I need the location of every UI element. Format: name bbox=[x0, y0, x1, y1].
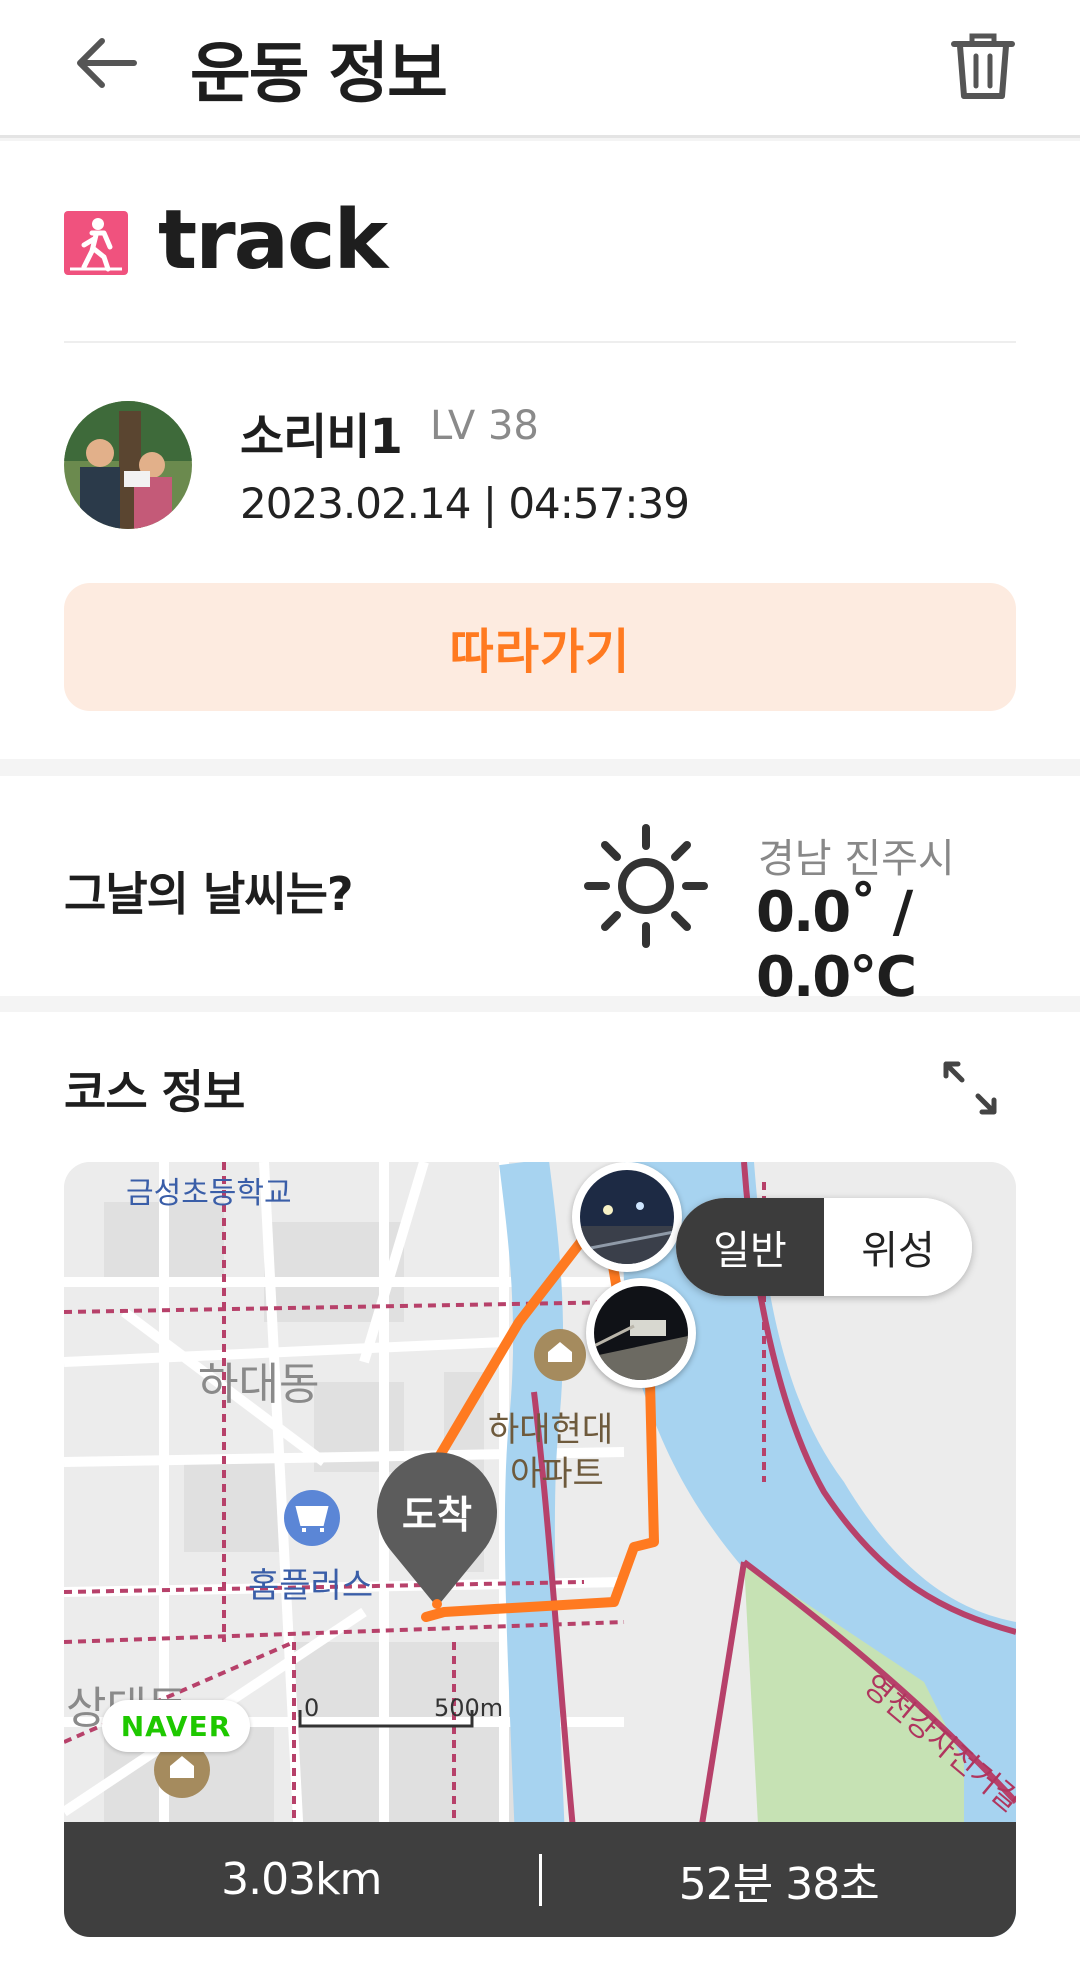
user-name: 소리비1 bbox=[240, 409, 403, 465]
course-map[interactable]: 금성초등학교 하대동 하대현대 아파트 홈플러스 상대동 영천강자전거길 bbox=[64, 1162, 1016, 1937]
map-mode-normal[interactable]: 일반 bbox=[676, 1198, 824, 1296]
avatar[interactable] bbox=[64, 401, 192, 529]
sun-icon bbox=[582, 822, 710, 950]
arrival-label: 도착 bbox=[402, 1493, 472, 1537]
map-label-school: 금성초등학교 bbox=[126, 1176, 292, 1211]
course-card: 코스 정보 금성초등학교 하대동 하대현대 아파트 홈플러스 영천강자전거길 도… bbox=[0, 1012, 1080, 1969]
weather-location: 경남 진주시 bbox=[758, 836, 955, 882]
scale-max: 500m bbox=[434, 1694, 504, 1722]
follow-button-label: 따라가기 bbox=[449, 624, 631, 680]
map-label-district: 하대동 bbox=[198, 1359, 320, 1410]
photo-marker[interactable] bbox=[572, 1162, 682, 1272]
divider bbox=[64, 341, 1016, 343]
duration-value: 52분 38초 bbox=[678, 1858, 880, 1910]
trash-icon bbox=[951, 33, 1015, 99]
walking-icon bbox=[64, 211, 128, 275]
map-label-mart: 홈플러스 bbox=[248, 1566, 374, 1606]
map-label-apartment-line2: 아파트 bbox=[510, 1454, 604, 1494]
map-mode-satellite[interactable]: 위성 bbox=[824, 1198, 972, 1296]
photo-thumbnail bbox=[580, 1170, 674, 1264]
distance-value: 3.03km bbox=[221, 1854, 382, 1905]
course-title: 코스 정보 bbox=[64, 1065, 245, 1119]
activity-title: track bbox=[158, 193, 388, 288]
expand-icon bbox=[943, 1061, 997, 1115]
photo-thumbnail bbox=[594, 1286, 688, 1380]
expand-button[interactable] bbox=[940, 1058, 1000, 1118]
photo-marker[interactable] bbox=[586, 1278, 696, 1388]
map-mode-toggle: 일반 위성 bbox=[676, 1198, 972, 1296]
user-level: LV 38 bbox=[430, 403, 539, 449]
weather-temperature: 0.0˚ / 0.0℃ bbox=[756, 880, 917, 1010]
scale-min: 0 bbox=[304, 1694, 320, 1722]
page: 운동 정보 track 소리비1 LV 38 2023.02.14 | 04:5… bbox=[0, 0, 1080, 1969]
delete-button[interactable] bbox=[950, 30, 1016, 102]
page-title: 운동 정보 bbox=[190, 35, 448, 112]
app-header: 운동 정보 bbox=[0, 0, 1080, 138]
back-button[interactable] bbox=[72, 28, 142, 98]
map-label-apartment: 하대현대 bbox=[488, 1410, 614, 1450]
follow-button[interactable]: 따라가기 bbox=[64, 583, 1016, 711]
naver-logo: NAVER bbox=[102, 1700, 250, 1752]
course-stats-bar: 3.03km 52분 38초 bbox=[64, 1822, 1016, 1937]
arrow-left-icon bbox=[77, 38, 137, 88]
weather-card: 그날의 날씨는? 경남 진주시 0.0˚ / 0.0℃ bbox=[0, 776, 1080, 1010]
activity-card: track 소리비1 LV 38 2023.02.14 | 04:57:39 따… bbox=[0, 141, 1080, 759]
activity-datetime: 2023.02.14 | 04:57:39 bbox=[240, 479, 690, 528]
weather-question: 그날의 날씨는? bbox=[64, 867, 354, 921]
